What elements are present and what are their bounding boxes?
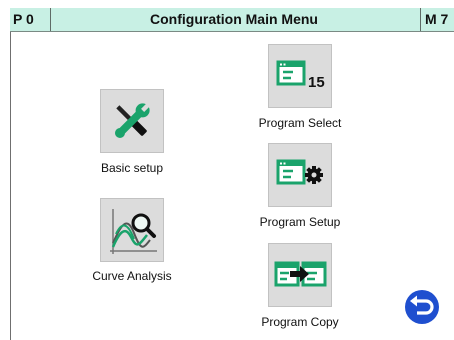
- wrench-screwdriver-icon: [114, 102, 151, 139]
- program-copy-button[interactable]: [268, 243, 332, 307]
- basic-setup-button[interactable]: [100, 89, 164, 153]
- curve-analysis-button[interactable]: [100, 198, 164, 262]
- window-gear-icon: [276, 159, 323, 185]
- header-divider: [420, 8, 421, 31]
- mode-code: M 7: [425, 11, 449, 27]
- program-setup-button[interactable]: [268, 143, 332, 207]
- program-select-label: Program Select: [258, 116, 342, 130]
- program-select-button[interactable]: 15: [268, 44, 332, 108]
- window-number-icon: 15: [276, 60, 325, 91]
- curve-analysis-label: Curve Analysis: [92, 269, 172, 283]
- back-button[interactable]: [404, 289, 440, 325]
- program-setup-label: Program Setup: [259, 215, 341, 229]
- curve-magnifier-icon: [110, 209, 157, 254]
- header-bar: P 0 Configuration Main Menu M 7: [10, 8, 454, 32]
- program-number: 15: [308, 74, 325, 91]
- program-copy-label: Program Copy: [261, 315, 339, 329]
- window-copy-arrow-icon: [274, 261, 327, 287]
- basic-setup-label: Basic setup: [100, 161, 164, 175]
- back-arrow-icon: [405, 290, 439, 324]
- page-title: Configuration Main Menu: [150, 11, 318, 27]
- program-code: P 0: [13, 11, 34, 27]
